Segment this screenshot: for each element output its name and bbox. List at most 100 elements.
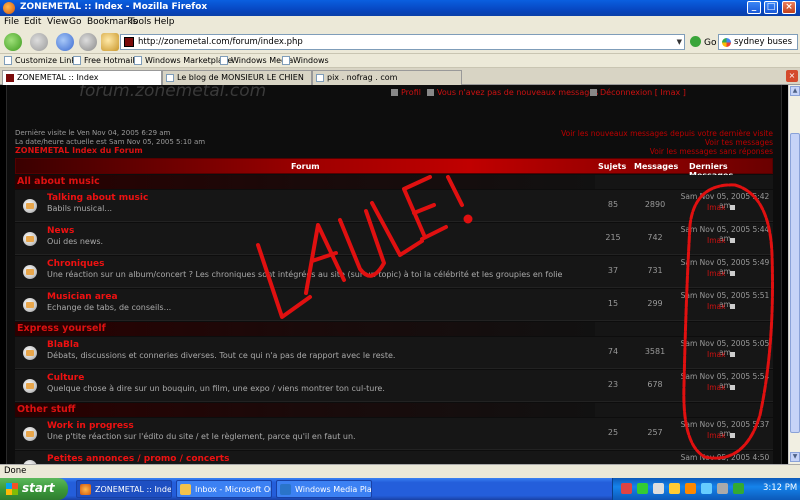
last-post-user[interactable]: Imax <box>707 269 735 278</box>
goto-post-icon[interactable] <box>729 352 735 357</box>
task-label: Inbox - Microsoft Out... <box>195 485 271 494</box>
tray-app-icon[interactable] <box>637 483 648 494</box>
forum-name[interactable]: Musician area <box>47 292 118 302</box>
forum-name[interactable]: Chroniques <box>47 259 104 269</box>
forum-table-header: Forum Sujets Messages Derniers Messages <box>15 158 773 180</box>
forum-description: Babils musical... <box>47 204 113 213</box>
bookmark-windows-marketplace[interactable]: Windows Marketplace <box>134 56 232 65</box>
forum-frame: forum.zonemetal.com Profil Vous n'avez p… <box>6 85 782 464</box>
maximize-button[interactable]: □ <box>764 1 778 14</box>
logout-link[interactable]: Déconnexion [ Imax ] <box>590 88 686 97</box>
new-messages-link[interactable]: Vous n'avez pas de nouveaux messages <box>427 88 598 97</box>
search-value[interactable]: sydney buses <box>734 37 792 47</box>
tab-blog[interactable]: Le blog de MONSIEUR LE CHIEN <box>162 70 312 85</box>
menu-help[interactable]: Help <box>154 17 175 27</box>
goto-post-icon[interactable] <box>729 271 735 276</box>
close-tab-icon[interactable]: × <box>786 70 798 82</box>
goto-post-icon[interactable] <box>729 238 735 243</box>
category-express-yourself[interactable]: Express yourself <box>15 322 595 336</box>
taskbar-item-media-player[interactable]: Windows Media Player <box>276 480 372 498</box>
tray-app-icon[interactable] <box>669 483 680 494</box>
page-content: forum.zonemetal.com Profil Vous n'avez p… <box>0 85 788 464</box>
back-arrow-icon[interactable] <box>4 33 22 51</box>
outlook-icon <box>180 484 191 495</box>
category-all-about-music[interactable]: All about music <box>15 175 595 189</box>
last-post-user[interactable]: Imax <box>707 383 735 392</box>
new-since-last-visit-link[interactable]: Voir les nouveaux messages depuis votre … <box>561 129 773 138</box>
last-post-user-name: Imax <box>707 431 726 440</box>
tray-app-icon[interactable] <box>621 483 632 494</box>
menu-file[interactable]: File <box>4 17 19 27</box>
forum-name[interactable]: Talking about music <box>47 193 148 203</box>
goto-post-icon[interactable] <box>729 205 735 210</box>
forward-arrow-icon[interactable] <box>30 33 48 51</box>
forum-name[interactable]: BlaBla <box>47 340 79 350</box>
subject-count: 85 <box>607 200 619 209</box>
search-input[interactable]: sydney buses <box>718 34 798 50</box>
scroll-up-icon[interactable]: ▲ <box>790 86 800 96</box>
tab-zonemetal[interactable]: ZONEMETAL :: Index <box>2 70 162 85</box>
last-post-user[interactable]: Imax <box>707 431 735 440</box>
subject-count: 74 <box>607 347 619 356</box>
volume-icon[interactable] <box>717 483 728 494</box>
url-text[interactable]: http://zonemetal.com/forum/index.php <box>138 37 303 47</box>
forum-row: Musician area Echange de tabs, de consei… <box>15 289 773 321</box>
taskbar-item-outlook[interactable]: Inbox - Microsoft Out... <box>176 480 272 498</box>
close-button[interactable]: × <box>782 1 796 14</box>
menu-tools[interactable]: Tools <box>129 17 151 27</box>
goto-post-icon[interactable] <box>729 385 735 390</box>
scroll-thumb[interactable] <box>790 133 800 433</box>
forum-name[interactable]: Culture <box>47 373 84 383</box>
tray-app-icon[interactable] <box>701 483 712 494</box>
forum-folder-icon <box>23 379 37 393</box>
scroll-down-icon[interactable]: ▼ <box>790 452 800 462</box>
last-post-user[interactable]: Imax <box>707 236 735 245</box>
bookmarks-toolbar: Customize Links Free Hotmail Windows Mar… <box>0 54 800 68</box>
forum-logo[interactable]: forum.zonemetal.com <box>79 85 266 101</box>
goto-post-icon[interactable] <box>729 433 735 438</box>
forum-row: Work in progress Une p'tite réaction sur… <box>15 418 773 450</box>
menu-edit[interactable]: Edit <box>24 17 41 27</box>
category-label: Other stuff <box>17 404 76 415</box>
page-icon <box>220 56 228 65</box>
unanswered-link[interactable]: Voir les messages sans réponses <box>650 147 773 156</box>
profile-link[interactable]: Profil <box>391 88 421 97</box>
url-dropdown-icon[interactable]: ▼ <box>677 38 682 46</box>
bookmark-customize-links[interactable]: Customize Links <box>4 56 80 65</box>
forum-name[interactable]: News <box>47 226 74 236</box>
tray-app-icon[interactable] <box>685 483 696 494</box>
last-post-user[interactable]: Imax <box>707 302 735 311</box>
last-post-user[interactable]: Imax <box>707 203 735 212</box>
reload-icon[interactable] <box>56 33 74 51</box>
message-count: 3581 <box>644 347 666 356</box>
menu-go[interactable]: Go <box>69 17 81 27</box>
forum-name[interactable]: Petites annonces / promo / concerts <box>47 454 229 464</box>
bookmark-windows[interactable]: Windows <box>282 56 329 65</box>
stop-icon[interactable] <box>79 33 97 51</box>
last-post-user[interactable]: Imax <box>707 350 735 359</box>
taskbar-item-firefox[interactable]: ZONEMETAL :: Index ... <box>76 480 172 498</box>
bookmark-free-hotmail[interactable]: Free Hotmail <box>73 56 135 65</box>
breadcrumb[interactable]: ZONEMETAL Index du Forum <box>15 146 143 155</box>
subject-count: 37 <box>607 266 619 275</box>
menu-view[interactable]: View <box>47 17 68 27</box>
tab-favicon <box>6 74 14 82</box>
tab-nofrag[interactable]: pix . nofrag . com <box>312 70 462 85</box>
forum-description: Oui des news. <box>47 237 104 246</box>
go-button[interactable]: Go <box>690 36 716 48</box>
forum-name[interactable]: Work in progress <box>47 421 134 431</box>
header-forum: Forum <box>291 162 320 171</box>
minimize-button[interactable]: _ <box>747 1 761 14</box>
network-icon[interactable] <box>733 483 744 494</box>
tray-app-icon[interactable] <box>653 483 664 494</box>
home-icon[interactable] <box>101 33 119 51</box>
your-messages-link[interactable]: Voir tes messages <box>705 138 773 147</box>
forum-description: Une réaction sur un album/concert ? Les … <box>47 270 563 279</box>
url-bar[interactable]: http://zonemetal.com/forum/index.php ▼ <box>120 34 685 50</box>
messages-icon <box>427 89 434 96</box>
subject-count: 23 <box>607 380 619 389</box>
category-other-stuff[interactable]: Other stuff <box>15 403 595 417</box>
start-button[interactable]: start <box>0 478 68 500</box>
goto-post-icon[interactable] <box>729 304 735 309</box>
vertical-scrollbar[interactable]: ▲ ▼ <box>788 85 800 464</box>
